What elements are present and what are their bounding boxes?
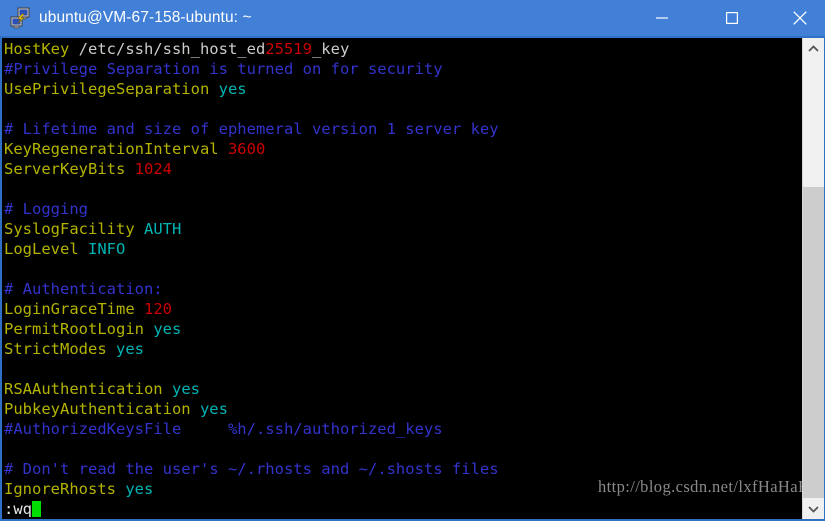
text-segment: KeyRegenerationInterval	[4, 140, 228, 158]
text-segment: yes	[115, 340, 144, 358]
text-segment: 3600	[227, 140, 266, 158]
text-segment: LogLevel	[4, 240, 88, 258]
scrollbar[interactable]	[802, 38, 824, 519]
text-segment: yes	[125, 480, 154, 498]
text-segment: yes	[218, 80, 247, 98]
window-title: ubuntu@VM-67-158-ubuntu: ~	[39, 9, 252, 26]
terminal-line: StrictModes yes	[4, 339, 802, 359]
text-segment: INFO	[88, 240, 126, 258]
text-segment: 120	[143, 300, 172, 318]
text-segment: 25519	[265, 40, 312, 58]
text-segment: IgnoreRhosts	[4, 480, 126, 498]
text-segment: ServerKeyBits	[4, 160, 135, 178]
terminal-line: #AuthorizedKeysFile %h/.ssh/authorized_k…	[4, 419, 802, 439]
terminal-line: #Privilege Separation is turned on for s…	[4, 59, 802, 79]
text-segment: LoginGraceTime	[4, 300, 144, 318]
minimize-button[interactable]	[639, 0, 685, 36]
maximize-button[interactable]	[709, 0, 755, 36]
terminal-line: UsePrivilegeSeparation yes	[4, 79, 802, 99]
text-segment: _key	[311, 40, 350, 58]
terminal-line: SyslogFacility AUTH	[4, 219, 802, 239]
scroll-thumb[interactable]	[803, 187, 824, 498]
text-segment: #AuthorizedKeysFile %h/.ssh/authorized_k…	[4, 420, 443, 438]
text-segment: yes	[199, 400, 228, 418]
text-segment: # Don't read the user's ~/.rhosts and ~/…	[4, 460, 499, 478]
watermark-text: http://blog.csdn.net/lxfHaHaHa	[597, 477, 818, 496]
terminal-line: # Lifetime and size of ephemeral version…	[4, 119, 802, 139]
text-segment: RSAAuthentication	[4, 380, 172, 398]
text-segment: SyslogFacility	[4, 220, 144, 238]
text-segment: yes	[171, 380, 200, 398]
terminal-line: HostKey /etc/ssh/ssh_host_ed25519_key	[4, 39, 802, 59]
putty-terminal-window: ubuntu@VM-67-158-ubuntu: ~ HostKey /etc/…	[0, 0, 825, 521]
text-segment: StrictModes	[4, 340, 116, 358]
putty-icon	[9, 7, 31, 29]
terminal-screen[interactable]: HostKey /etc/ssh/ssh_host_ed25519_key #Pr…	[2, 38, 802, 519]
text-segment: PermitRootLogin	[4, 320, 154, 338]
terminal-screen-wrap: HostKey /etc/ssh/ssh_host_ed25519_key #Pr…	[2, 38, 824, 519]
close-button[interactable]	[777, 0, 823, 36]
text-segment: HostKey	[4, 40, 79, 58]
terminal-line: ServerKeyBits 1024	[4, 159, 802, 179]
terminal-line: RSAAuthentication yes	[4, 379, 802, 399]
terminal-line: # Don't read the user's ~/.rhosts and ~/…	[4, 459, 802, 479]
terminal-text-area: HostKey /etc/ssh/ssh_host_ed25519_key #Pr…	[4, 39, 802, 519]
terminal-line: # Logging	[4, 199, 802, 219]
command-text: :wq	[4, 500, 32, 518]
scroll-down-arrow[interactable]	[803, 498, 824, 519]
text-segment: AUTH	[143, 220, 182, 238]
terminal-line: # Authentication:	[4, 279, 802, 299]
terminal-line: PermitRootLogin yes	[4, 319, 802, 339]
terminal-line: PubkeyAuthentication yes	[4, 399, 802, 419]
terminal-frame: HostKey /etc/ssh/ssh_host_ed25519_key #Pr…	[0, 36, 825, 521]
text-segment: #Privilege Separation is turned on for s…	[4, 60, 443, 78]
text-segment: # Lifetime and size of ephemeral version…	[4, 120, 499, 138]
block-cursor	[32, 501, 41, 517]
terminal-line: LogLevel INFO	[4, 239, 802, 259]
text-segment: UsePrivilegeSeparation	[4, 80, 219, 98]
text-segment: # Authentication:	[4, 280, 163, 298]
scroll-up-arrow[interactable]	[803, 38, 824, 59]
text-segment: PubkeyAuthentication	[4, 400, 200, 418]
vim-command-line[interactable]: :wq	[4, 499, 802, 519]
text-segment: /etc/ssh/ssh_host_ed	[78, 40, 266, 58]
text-segment: # Logging	[4, 200, 88, 218]
terminal-line: KeyRegenerationInterval 3600	[4, 139, 802, 159]
window-titlebar[interactable]: ubuntu@VM-67-158-ubuntu: ~	[0, 0, 825, 36]
text-segment: 1024	[134, 160, 172, 178]
terminal-line: LoginGraceTime 120	[4, 299, 802, 319]
text-segment: yes	[153, 320, 182, 338]
